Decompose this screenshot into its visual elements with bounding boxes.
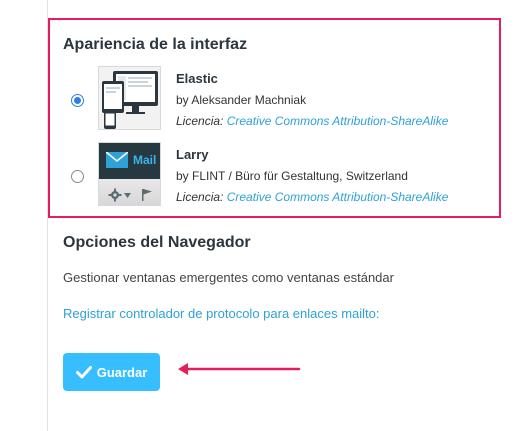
- save-button[interactable]: Guardar: [63, 353, 160, 391]
- skin-option-larry[interactable]: Mail Larry by FLINT / Büro für Gestaltun…: [70, 142, 490, 210]
- skin-author-elastic: by Aleksander Machniak: [176, 93, 307, 107]
- arrow-annotation-icon: [178, 363, 301, 375]
- browser-section-title: Opciones del Navegador: [63, 234, 251, 251]
- elastic-thumbnail[interactable]: [98, 66, 161, 130]
- license-label: Licencia:: [176, 114, 224, 128]
- register-mailto-link[interactable]: Registrar controlador de protocolo para …: [63, 306, 380, 321]
- skin-name-larry: Larry: [176, 147, 209, 162]
- license-link-larry[interactable]: Creative Commons Attribution-ShareAlike: [227, 190, 449, 204]
- popup-windows-option: Gestionar ventanas emergentes como venta…: [63, 270, 394, 285]
- flag-icon: [142, 189, 152, 201]
- save-button-label: Guardar: [96, 364, 148, 380]
- skin-author-larry: by FLINT / Büro für Gestaltung, Switzerl…: [176, 169, 408, 183]
- skin-name-elastic: Elastic: [176, 71, 218, 86]
- license-link-elastic[interactable]: Creative Commons Attribution-ShareAlike: [227, 114, 449, 128]
- skin-radio-elastic[interactable]: [71, 94, 84, 107]
- license-label: Licencia:: [176, 190, 224, 204]
- check-icon: [75, 365, 92, 378]
- skin-license-elastic: Licencia: Creative Commons Attribution-S…: [176, 114, 448, 128]
- skin-radio-larry[interactable]: [71, 170, 84, 183]
- larry-thumb-mail-label: Mail: [133, 153, 157, 167]
- chevron-down-icon: [124, 193, 131, 198]
- skin-license-larry: Licencia: Creative Commons Attribution-S…: [176, 190, 448, 204]
- gear-icon: [108, 188, 122, 202]
- devices-preview-icon: [99, 67, 160, 129]
- larry-thumbnail[interactable]: Mail: [98, 142, 161, 206]
- mail-envelope-icon: [106, 152, 128, 168]
- skin-option-elastic[interactable]: Elastic by Aleksander Machniak Licencia:…: [70, 66, 490, 134]
- skin-section-title: Apariencia de la interfaz: [63, 36, 248, 53]
